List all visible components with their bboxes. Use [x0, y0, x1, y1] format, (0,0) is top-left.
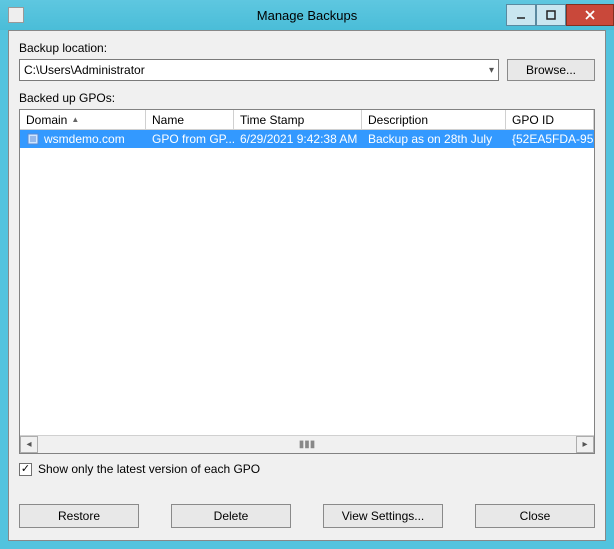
- column-header-timestamp[interactable]: Time Stamp: [234, 110, 362, 129]
- column-header-domain[interactable]: Domain ▲: [20, 110, 146, 129]
- window-controls: [506, 4, 614, 26]
- show-latest-checkbox-row: ✓ Show only the latest version of each G…: [19, 462, 595, 476]
- close-button[interactable]: [566, 4, 614, 26]
- scroll-left-icon[interactable]: ◂: [20, 436, 38, 453]
- cell-desc: Backup as on 28th July: [368, 132, 492, 146]
- restore-button[interactable]: Restore: [19, 504, 139, 528]
- scroll-right-icon[interactable]: ▸: [576, 436, 594, 453]
- manage-backups-window: Manage Backups Backup location: C:\Users…: [0, 0, 614, 549]
- browse-button-label: Browse...: [526, 63, 576, 77]
- titlebar: Manage Backups: [0, 0, 614, 30]
- backed-up-gpos-label: Backed up GPOs:: [19, 91, 595, 105]
- listview-header: Domain ▲ Name Time Stamp Description GPO…: [20, 110, 594, 130]
- client-area: Backup location: C:\Users\Administrator …: [8, 30, 606, 541]
- app-icon: [8, 7, 24, 23]
- show-latest-checkbox[interactable]: ✓: [19, 463, 32, 476]
- browse-button[interactable]: Browse...: [507, 59, 595, 81]
- combo-arrow-icon: ▾: [489, 65, 494, 76]
- horizontal-scrollbar[interactable]: ◂ ▮▮▮ ▸: [20, 435, 594, 453]
- delete-button[interactable]: Delete: [171, 504, 291, 528]
- view-settings-button[interactable]: View Settings...: [323, 504, 443, 528]
- backup-location-value: C:\Users\Administrator: [24, 63, 145, 77]
- minimize-button[interactable]: [506, 4, 536, 26]
- listview-body: wsmdemo.com GPO from GP... 6/29/2021 9:4…: [20, 130, 594, 435]
- backup-location-label: Backup location:: [19, 41, 595, 55]
- table-row[interactable]: wsmdemo.com GPO from GP... 6/29/2021 9:4…: [20, 130, 594, 148]
- cell-time: 6/29/2021 9:42:38 AM: [240, 132, 357, 146]
- dialog-buttons: Restore Delete View Settings... Close: [19, 504, 595, 528]
- sort-asc-icon: ▲: [71, 115, 79, 124]
- maximize-button[interactable]: [536, 4, 566, 26]
- gpo-listview[interactable]: Domain ▲ Name Time Stamp Description GPO…: [19, 109, 595, 454]
- scroll-track[interactable]: ▮▮▮: [38, 436, 576, 453]
- cell-domain: wsmdemo.com: [44, 132, 125, 146]
- backup-location-combo[interactable]: C:\Users\Administrator ▾: [19, 59, 499, 81]
- column-header-gpoid[interactable]: GPO ID: [506, 110, 594, 129]
- column-header-name[interactable]: Name: [146, 110, 234, 129]
- cell-gpoid: {52EA5FDA-95...: [512, 132, 594, 146]
- show-latest-label: Show only the latest version of each GPO: [38, 462, 260, 476]
- gpo-icon: [26, 132, 40, 146]
- close-dialog-button[interactable]: Close: [475, 504, 595, 528]
- cell-name: GPO from GP...: [152, 132, 234, 146]
- column-header-description[interactable]: Description: [362, 110, 506, 129]
